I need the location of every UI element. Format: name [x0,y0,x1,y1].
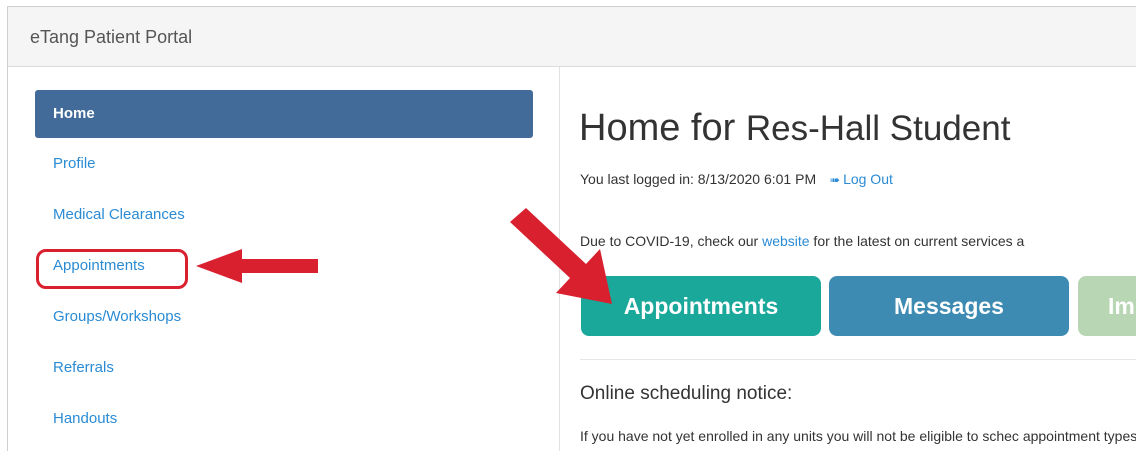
sign-out-icon: ➠ [830,173,841,187]
app-title[interactable]: eTang Patient Portal [30,27,192,48]
main-content: Home for Res-Hall Student You last logge… [560,67,1136,451]
logout-label: Log Out [843,171,893,187]
appointments-tile-button[interactable]: Appointments [581,276,821,336]
top-navbar: eTang Patient Portal [8,7,1136,67]
sidebar-item-groups-workshops[interactable]: Groups/Workshops [35,293,533,341]
page-title-user: Res-Hall Student [745,109,1011,148]
notice-text-before: Due to COVID-19, check our [580,233,763,249]
page-title-prefix: Home for [579,107,736,149]
sidebar-item-referrals[interactable]: Referrals [35,344,533,392]
sidebar-item-medical-clearances[interactable]: Medical Clearances [35,191,533,239]
last-login-line: You last logged in: 8/13/2020 6:01 PM ➠ L… [580,171,893,187]
logout-link[interactable]: ➠ Log Out [830,171,893,187]
last-login-text: You last logged in: 8/13/2020 6:01 PM [580,171,817,187]
covid-notice: Due to COVID-19, check our website for t… [580,233,1024,249]
portal-window: eTang Patient Portal Home Profile Medica… [7,6,1136,451]
sidebar-item-home[interactable]: Home [35,90,533,138]
section-divider [580,359,1136,360]
sidebar-item-profile[interactable]: Profile [35,140,533,188]
appointments-highlight-outline [36,249,188,289]
messages-tile-button[interactable]: Messages [829,276,1069,336]
sidebar-item-handouts[interactable]: Handouts [35,395,533,443]
page-title: Home for Res-Hall Student [579,107,1010,150]
scheduling-notice-body: If you have not yet enrolled in any unit… [580,428,1136,444]
website-link[interactable]: website [762,233,809,249]
notice-text-after: for the latest on current services a [809,233,1025,249]
third-tile-button[interactable]: Im [1078,276,1136,336]
sidebar: Home Profile Medical Clearances Appointm… [8,67,560,451]
scheduling-notice-heading: Online scheduling notice: [580,383,793,404]
